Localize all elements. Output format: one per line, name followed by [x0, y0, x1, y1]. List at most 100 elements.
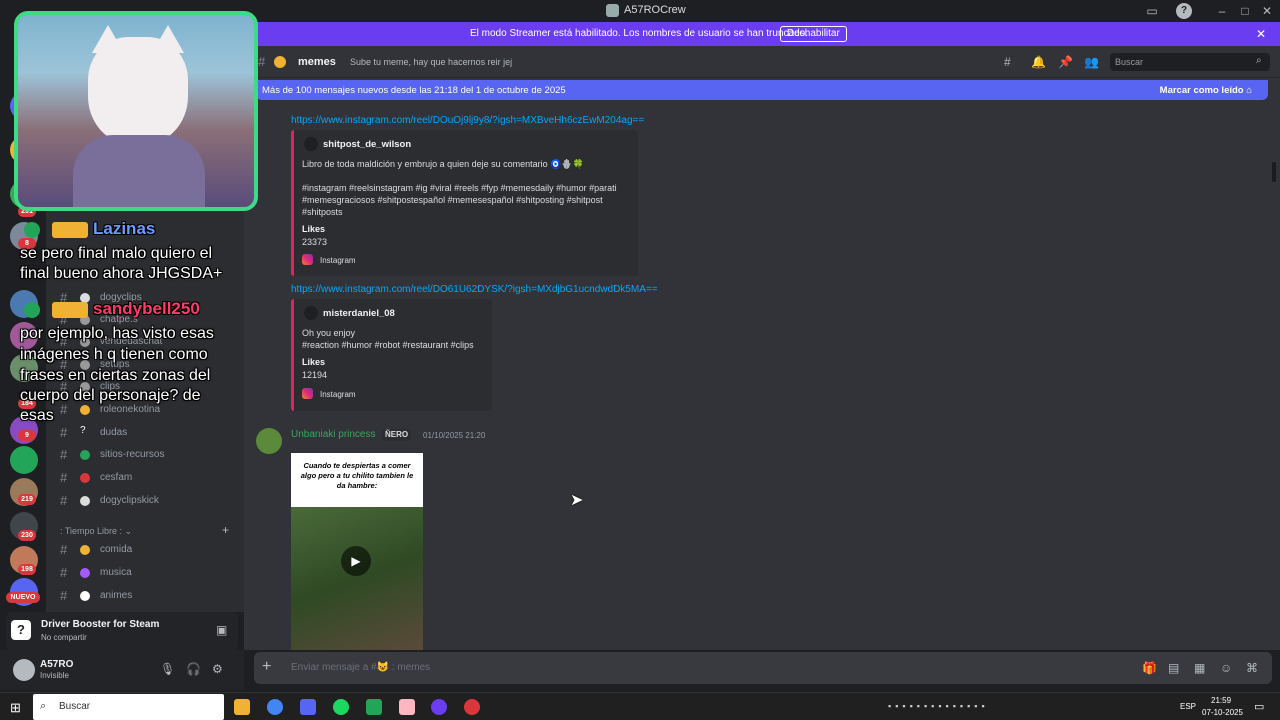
avatar[interactable]	[13, 659, 35, 681]
members-icon[interactable]: 👥	[1084, 55, 1099, 69]
apps-icon[interactable]: ⌘	[1246, 661, 1258, 675]
embed-author[interactable]: misterdaniel_08	[323, 308, 395, 319]
channel-emoji-icon	[80, 545, 90, 555]
hash-icon: #	[60, 588, 68, 603]
hash-icon: #	[60, 425, 68, 440]
channel-item[interactable]: # cesfam	[58, 468, 238, 488]
close-banner-icon[interactable]: ✕	[1256, 27, 1266, 41]
windows-taskbar: ⊞ ⌕ Buscar ▪▪▪▪▪▪▪▪▪▪▪▪▪▪ ESP 21:59 07-1…	[0, 692, 1280, 720]
message-link[interactable]: https://www.instagram.com/reel/DO61U62DY…	[291, 284, 658, 295]
embed-footer: Instagram	[320, 390, 356, 399]
embed-description-line: #memesgraciosos #shitpostespañol #memese…	[302, 195, 603, 205]
chat-message-line: frases en ciertas zonas del	[20, 367, 211, 384]
clock-date[interactable]: 07-10-2025	[1202, 708, 1243, 717]
channel-item[interactable]: # dogyclipskick	[58, 491, 238, 511]
server-badge: 198	[18, 564, 36, 575]
channel-name: dudas	[100, 427, 128, 438]
scrollbar-thumb[interactable]	[1272, 162, 1276, 182]
close-button[interactable]: ✕	[1259, 3, 1275, 19]
taskbar-app-icon[interactable]	[399, 699, 415, 715]
chrome-icon[interactable]	[267, 699, 283, 715]
embed-description-line: #reaction #humor #robot #restaurant #cli…	[302, 340, 474, 350]
spotify-icon[interactable]	[333, 699, 349, 715]
channel-item[interactable]: # sitios-recursos	[58, 445, 238, 465]
channel-item[interactable]: #? dudas	[58, 423, 238, 443]
hash-icon: #	[60, 447, 68, 462]
channel-topic: Sube tu meme, hay que hacernos reir jej	[350, 57, 513, 67]
obs-icon[interactable]	[431, 699, 447, 715]
minimize-button[interactable]: –	[1214, 3, 1230, 19]
avatar[interactable]	[256, 428, 282, 454]
channel-item[interactable]: # animes	[58, 586, 238, 606]
threads-icon[interactable]: #	[1004, 55, 1011, 69]
add-attachment-icon[interactable]: +	[262, 658, 271, 676]
instagram-embed: misterdaniel_08 Oh you enjoy #reaction #…	[291, 299, 492, 411]
emoji-icon[interactable]: ☺	[1220, 661, 1232, 675]
taskbar-search-input[interactable]: ⌕ Buscar	[33, 694, 224, 720]
language-indicator[interactable]: ESP	[1180, 702, 1196, 711]
taskbar-app-icon[interactable]	[300, 699, 316, 715]
disable-streamer-button[interactable]: Deshabilitar	[780, 26, 847, 42]
play-icon[interactable]: ▶	[341, 546, 371, 576]
notifications-icon[interactable]: ▭	[1254, 700, 1264, 713]
file-explorer-icon[interactable]	[234, 699, 250, 715]
message-input[interactable]: Enviar mensaje a #😺 : memes	[291, 662, 430, 673]
taskbar-app-icon[interactable]	[366, 699, 382, 715]
game-icon: ?	[11, 620, 31, 640]
webcam-overlay	[14, 11, 258, 211]
maximize-button[interactable]: □	[1237, 3, 1253, 19]
channel-name: sitios-recursos	[100, 449, 165, 460]
gif-icon[interactable]: ▤	[1168, 661, 1179, 675]
system-tray-icons[interactable]: ▪▪▪▪▪▪▪▪▪▪▪▪▪▪	[888, 701, 1058, 713]
channel-name: animes	[100, 590, 133, 601]
add-channel-icon[interactable]: +	[222, 523, 229, 537]
new-messages-bar[interactable]: Más de 100 mensajes nuevos desde las 21:…	[256, 80, 1268, 100]
chat-message-line: esas	[20, 407, 54, 424]
channel-item[interactable]: # comida	[58, 540, 238, 560]
message-link[interactable]: https://www.instagram.com/reel/DOuOj9lj9…	[291, 115, 644, 126]
microphone-icon[interactable]: 🎙	[160, 662, 175, 676]
channel-header: # memes Sube tu meme, hay que hacernos r…	[244, 46, 1280, 78]
inbox-icon[interactable]: ▭	[1144, 3, 1160, 19]
server-icon[interactable]	[10, 446, 38, 474]
headphones-icon[interactable]: 🎧	[186, 662, 201, 676]
window-title: A57ROCrew	[624, 4, 686, 16]
search-input[interactable]: Buscar ⌕	[1110, 53, 1270, 71]
message-composer[interactable]: + Enviar mensaje a #😺 : memes 🎁 ▤ ▦ ☺ ⌘	[254, 652, 1272, 684]
embed-description-line: Oh you enjoy	[302, 328, 356, 338]
embed-description-line: #instagram #reelsinstagram #ig #viral #r…	[302, 183, 617, 193]
instagram-icon	[302, 254, 313, 265]
clock-time[interactable]: 21:59	[1211, 696, 1231, 705]
video-attachment[interactable]: Cuando te despiertas a comer algo pero a…	[291, 453, 423, 650]
taskbar-search-placeholder: Buscar	[59, 701, 91, 712]
taskbar-app-icon[interactable]	[464, 699, 480, 715]
embed-author-avatar	[304, 137, 318, 151]
category-header[interactable]: : Tiempo Libre : ⌄	[60, 526, 132, 537]
badge-icon	[52, 222, 88, 238]
activity-panel[interactable]: ? Driver Booster for Steam No compartir …	[6, 612, 238, 650]
screen-share-icon[interactable]: ▣	[216, 623, 227, 637]
channel-item[interactable]: # musica	[58, 563, 238, 583]
new-messages-text: Más de 100 mensajes nuevos desde las 21:…	[262, 85, 566, 96]
category-label: : Tiempo Libre :	[60, 526, 123, 536]
new-badge: NUEVO	[6, 592, 40, 603]
embed-author[interactable]: shitpost_de_wilson	[323, 139, 411, 150]
bell-icon[interactable]: 🔔	[1031, 55, 1046, 69]
user-panel: A57RO Invisible 🎙 🎧 ⚙	[0, 650, 244, 690]
settings-gear-icon[interactable]: ⚙	[212, 662, 223, 676]
streamer-mode-message: El modo Streamer está habilitado. Los no…	[470, 28, 808, 39]
windows-start-icon[interactable]: ⊞	[10, 700, 21, 716]
pin-icon[interactable]: 📌	[1058, 55, 1073, 69]
help-icon[interactable]: ?	[1176, 3, 1192, 19]
channel-emoji-icon	[80, 591, 90, 601]
mark-as-read-button[interactable]: Marcar como leído ⌂	[1160, 85, 1252, 96]
role-tag: ÑERO	[382, 429, 412, 441]
sticker-icon[interactable]: ▦	[1194, 661, 1205, 675]
chat-username: sandybell250	[93, 299, 200, 318]
video-caption-area: Cuando te despiertas a comer algo pero a…	[291, 453, 423, 507]
gift-icon[interactable]: 🎁	[1142, 661, 1157, 675]
message-author[interactable]: Unbaniaki princess	[291, 429, 376, 440]
hash-icon: #	[60, 565, 68, 580]
channel-emoji-icon	[80, 405, 90, 415]
avatar-ear-right	[152, 25, 184, 53]
